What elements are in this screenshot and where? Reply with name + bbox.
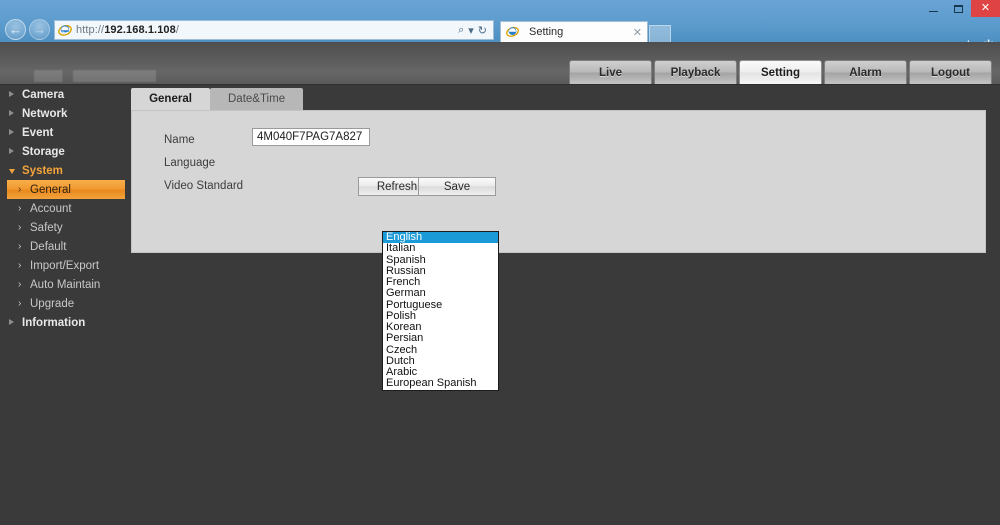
sidebar-item-upgrade[interactable]: › Upgrade xyxy=(0,294,131,313)
ie-logo-icon xyxy=(58,23,72,37)
triangle-right-icon xyxy=(9,319,14,325)
browser-tab-setting[interactable]: Setting ✕ xyxy=(500,21,648,42)
chevron-right-icon: › xyxy=(18,297,22,309)
search-icon[interactable]: ⌕ xyxy=(458,24,464,37)
sidebar-item-label: General xyxy=(30,183,71,196)
sidebar-item-label: Upgrade xyxy=(30,297,75,310)
topnav-item-setting[interactable]: Setting xyxy=(739,60,822,84)
name-label: Name xyxy=(164,134,195,146)
sidebar-item-label: Camera xyxy=(22,88,65,101)
address-host: 192.168.1.108 xyxy=(104,24,176,36)
language-option[interactable]: European Spanish xyxy=(383,377,498,389)
language-option[interactable]: Italian xyxy=(383,242,498,254)
minimize-button[interactable] xyxy=(921,0,946,17)
topnav-item-logout[interactable]: Logout xyxy=(909,60,992,84)
sidebar-item-auto-maintain[interactable]: › Auto Maintain xyxy=(0,275,131,294)
sidebar-item-system[interactable]: System xyxy=(0,161,131,180)
browser-chrome: ✕ ← → http://192.168.1.108/ ⌕ ▾ ↻ Settin… xyxy=(0,0,1000,51)
tab-date-time[interactable]: Date&Time xyxy=(210,88,304,110)
chevron-down-icon[interactable]: ▾ xyxy=(468,24,474,37)
sidebar-item-camera[interactable]: Camera xyxy=(0,85,131,104)
chevron-right-icon: › xyxy=(18,278,22,290)
sidebar-item-label: Default xyxy=(30,240,67,253)
top-navigation: Live Playback Setting Alarm Logout xyxy=(569,60,992,84)
language-label: Language xyxy=(164,157,216,169)
triangle-right-icon xyxy=(9,148,14,154)
triangle-right-icon xyxy=(9,110,14,116)
close-window-button[interactable]: ✕ xyxy=(971,0,1000,17)
app-header: Live Playback Setting Alarm Logout xyxy=(0,42,1000,85)
sidebar-item-event[interactable]: Event xyxy=(0,123,131,142)
tab-favicon-icon xyxy=(506,25,520,39)
content-tabbar: General Date&Time xyxy=(131,88,304,110)
content-area: General Date&Time Name Language Video Sta… xyxy=(131,85,1000,525)
brand-logo xyxy=(34,70,164,82)
sidebar-item-label: Import/Export xyxy=(30,259,100,272)
browser-tabstrip: Setting ✕ xyxy=(500,20,671,42)
topnav-item-alarm[interactable]: Alarm xyxy=(824,60,907,84)
sidebar-item-label: Storage xyxy=(22,145,65,158)
video-standard-label: Video Standard xyxy=(164,180,244,192)
app-body: Camera Network Event Storage System › General ›… xyxy=(0,85,1000,525)
address-url-text: http://192.168.1.108/ xyxy=(76,24,180,36)
close-icon[interactable]: ✕ xyxy=(633,26,642,39)
address-bar[interactable]: http://192.168.1.108/ ⌕ ▾ ↻ xyxy=(54,20,494,40)
browser-titlebar: ✕ xyxy=(0,0,1000,17)
topnav-item-playback[interactable]: Playback xyxy=(654,60,737,84)
language-option[interactable]: Persian xyxy=(383,332,498,344)
refresh-icon[interactable]: ↻ xyxy=(478,24,487,37)
triangle-right-icon xyxy=(9,91,14,97)
sidebar-item-label: System xyxy=(22,164,63,177)
browser-tab-title: Setting xyxy=(529,26,564,38)
topnav-item-live[interactable]: Live xyxy=(569,60,652,84)
general-settings-panel: Name Language Video Standard Refresh Sav… xyxy=(131,110,986,253)
chevron-right-icon: › xyxy=(18,202,22,214)
new-tab-button[interactable] xyxy=(649,25,671,42)
triangle-right-icon xyxy=(9,129,14,135)
sidebar-item-information[interactable]: Information xyxy=(0,313,131,332)
triangle-down-icon xyxy=(9,168,15,174)
sidebar-item-label: Safety xyxy=(30,221,63,234)
sidebar-item-label: Network xyxy=(22,107,68,120)
maximize-restore-button[interactable] xyxy=(946,0,971,17)
browser-nav-row: ← → http://192.168.1.108/ ⌕ ▾ ↻ Setting … xyxy=(0,17,1000,51)
sidebar-item-label: Auto Maintain xyxy=(30,278,101,291)
sidebar-item-import-export[interactable]: › Import/Export xyxy=(0,256,131,275)
sidebar-item-safety[interactable]: › Safety xyxy=(0,218,131,237)
chevron-right-icon: › xyxy=(18,183,22,195)
sidebar-item-default[interactable]: › Default xyxy=(0,237,131,256)
chevron-right-icon: › xyxy=(18,240,22,252)
forward-button[interactable]: → xyxy=(29,19,50,40)
language-dropdown-list[interactable]: English Italian Spanish Russian French German… xyxy=(382,231,499,391)
sidebar-item-label: Account xyxy=(30,202,72,215)
chevron-right-icon: › xyxy=(18,259,22,271)
sidebar-item-network[interactable]: Network xyxy=(0,104,131,123)
back-button[interactable]: ← xyxy=(5,19,26,40)
sidebar-item-account[interactable]: › Account xyxy=(0,199,131,218)
tab-general[interactable]: General xyxy=(131,88,210,110)
window-controls: ✕ xyxy=(921,0,1000,17)
sidebar-menu: Camera Network Event Storage System › General ›… xyxy=(0,85,131,525)
language-option[interactable]: German xyxy=(383,287,498,299)
sidebar-item-general[interactable]: › General xyxy=(7,180,125,199)
save-button[interactable]: Save xyxy=(418,177,496,196)
address-bar-tools: ⌕ ▾ ↻ xyxy=(458,24,490,37)
name-input[interactable] xyxy=(252,128,370,146)
chevron-right-icon: › xyxy=(18,221,22,233)
sidebar-item-storage[interactable]: Storage xyxy=(0,142,131,161)
sidebar-item-label: Event xyxy=(22,126,54,139)
sidebar-item-label: Information xyxy=(22,316,86,329)
